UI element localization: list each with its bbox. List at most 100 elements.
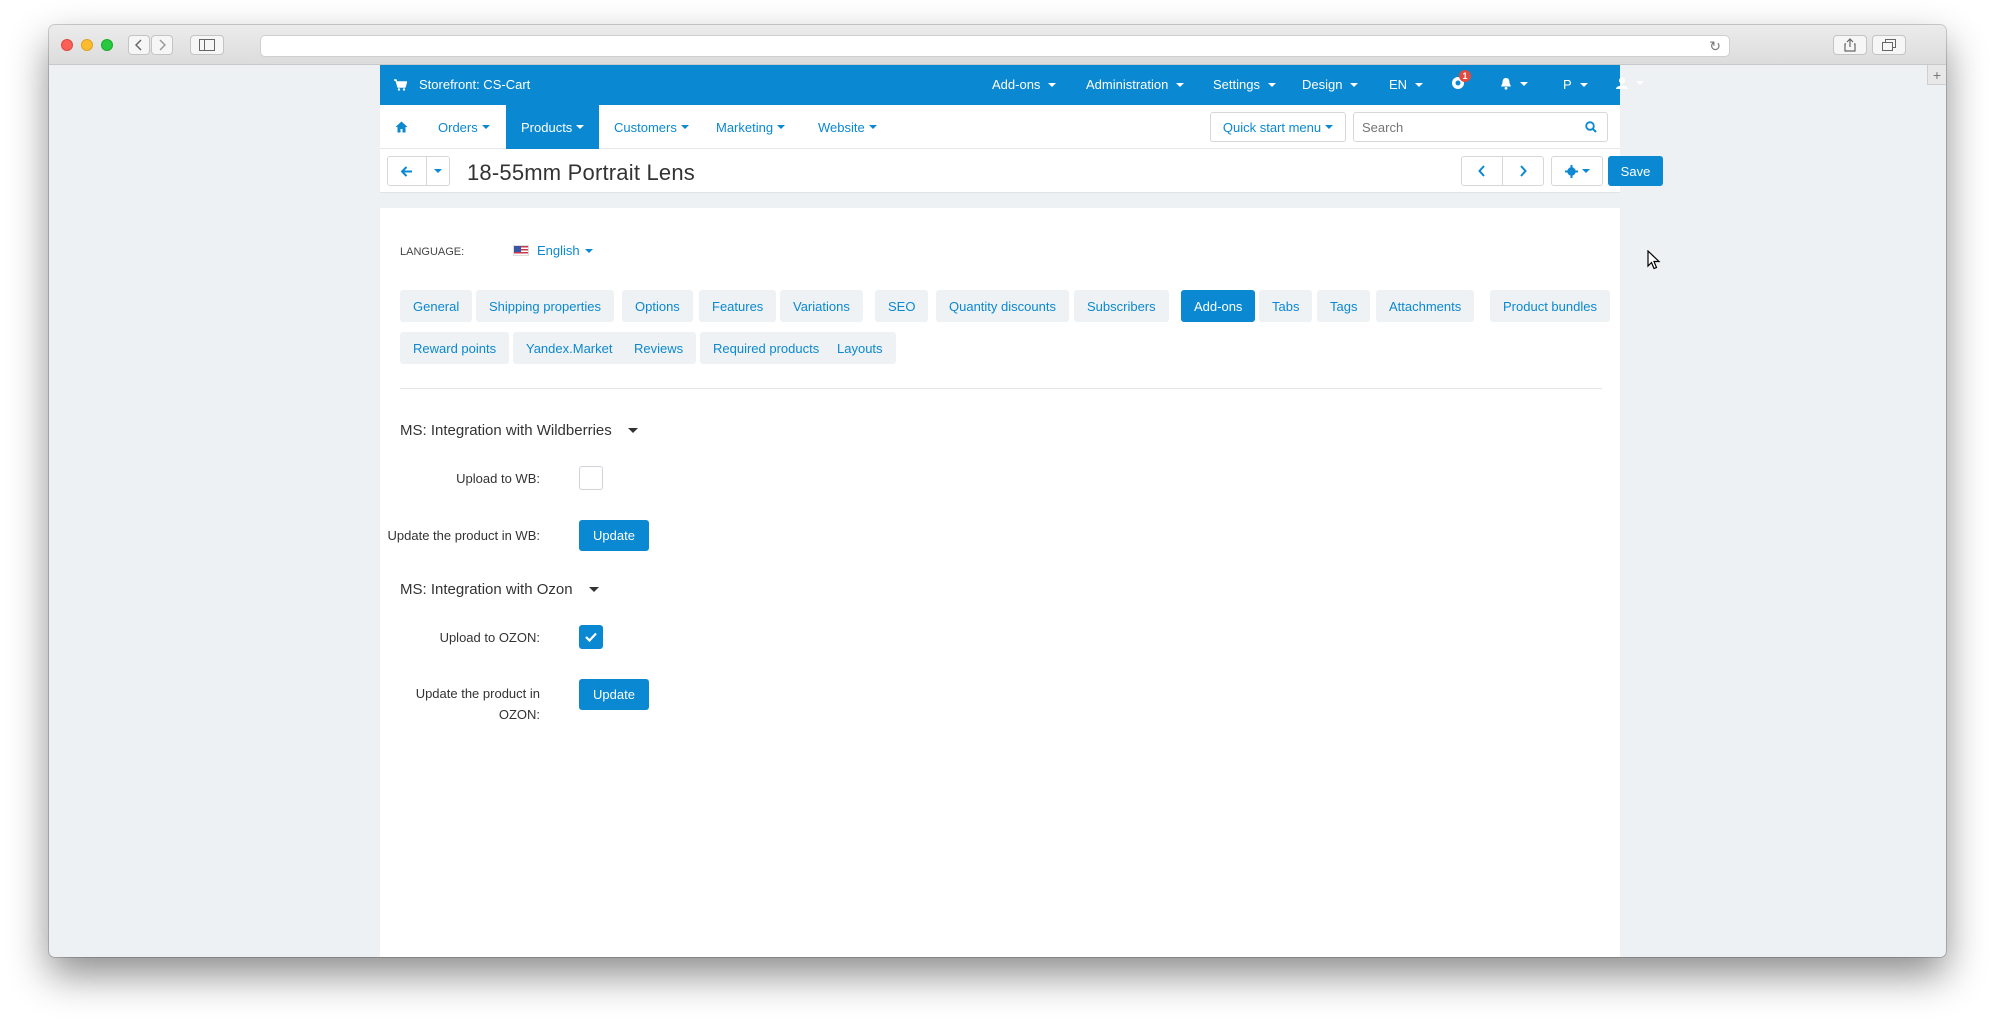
nav-website-label: Website bbox=[818, 119, 865, 135]
previous-product-button[interactable] bbox=[1461, 156, 1503, 186]
page-title: 18-55mm Portrait Lens bbox=[467, 160, 695, 185]
tab-tags[interactable]: Tags bbox=[1317, 290, 1371, 322]
tab-seo[interactable]: SEO bbox=[875, 290, 929, 322]
menu-settings[interactable]: Settings bbox=[1213, 77, 1276, 92]
chevron-down-icon bbox=[1415, 82, 1424, 87]
tab-variations[interactable]: Variations bbox=[780, 290, 863, 322]
reload-icon[interactable]: ↻ bbox=[1709, 38, 1721, 55]
sidebar-icon bbox=[199, 39, 215, 51]
storefront-switcher[interactable]: Storefront: CS-Cart bbox=[394, 77, 530, 92]
new-tab-button[interactable]: + bbox=[1927, 65, 1946, 85]
chevron-down-icon bbox=[1176, 82, 1185, 87]
chevron-down-icon bbox=[1520, 81, 1528, 86]
product-editor: LANGUAGE: English General Shipping prope… bbox=[380, 208, 1620, 957]
admin-panel: Storefront: CS-Cart Add-ons Administrati… bbox=[380, 65, 1663, 957]
chevron-left-icon bbox=[1478, 165, 1485, 177]
settings-dropdown-button[interactable] bbox=[1551, 156, 1603, 186]
tab-reward-points[interactable]: Reward points bbox=[400, 332, 510, 364]
tab-required-products[interactable]: Required products bbox=[700, 332, 833, 364]
minimize-window-button[interactable] bbox=[81, 39, 93, 51]
next-product-button[interactable] bbox=[1502, 156, 1544, 186]
profile-letter: P bbox=[1563, 77, 1572, 92]
upload-wb-checkbox[interactable] bbox=[579, 466, 603, 490]
nav-marketing-label: Marketing bbox=[716, 119, 774, 135]
share-button[interactable] bbox=[1833, 35, 1867, 55]
tabs-overview-button[interactable] bbox=[1872, 35, 1906, 55]
chevron-right-icon bbox=[1520, 165, 1527, 177]
profile-letter-menu[interactable]: P bbox=[1563, 77, 1588, 92]
upload-wb-label: Upload to WB: bbox=[456, 471, 540, 486]
tab-attachments[interactable]: Attachments bbox=[1376, 290, 1475, 322]
menu-addons-label: Add-ons bbox=[992, 77, 1041, 92]
menu-design-label: Design bbox=[1302, 77, 1343, 92]
section-wildberries-header[interactable]: MS: Integration with Wildberries bbox=[400, 422, 638, 439]
update-ozon-button[interactable]: Update bbox=[579, 679, 649, 710]
chevron-right-icon bbox=[159, 39, 166, 51]
tab-layouts[interactable]: Layouts bbox=[824, 332, 896, 364]
search-input[interactable] bbox=[1354, 113, 1574, 141]
home-icon bbox=[395, 121, 408, 133]
tab-options[interactable]: Options bbox=[622, 290, 693, 322]
menu-language[interactable]: EN bbox=[1389, 77, 1424, 92]
chevron-down-icon bbox=[1325, 125, 1334, 129]
user-menu[interactable] bbox=[1616, 77, 1644, 89]
menu-administration[interactable]: Administration bbox=[1086, 77, 1185, 92]
browser-back-button[interactable] bbox=[128, 35, 150, 55]
upload-ozon-label: Upload to OZON: bbox=[439, 630, 540, 645]
sidebar-toggle-button[interactable] bbox=[190, 35, 224, 55]
chevron-left-icon bbox=[135, 39, 142, 51]
chevron-down-icon bbox=[777, 125, 786, 129]
alerts-menu[interactable] bbox=[1500, 77, 1528, 90]
search-field[interactable] bbox=[1353, 112, 1575, 142]
nav-orders[interactable]: Orders bbox=[438, 105, 490, 149]
quick-start-menu-button[interactable]: Quick start menu bbox=[1210, 112, 1346, 142]
tab-addons[interactable]: Add-ons bbox=[1181, 290, 1256, 322]
storefront-label: Storefront: CS-Cart bbox=[419, 77, 531, 92]
bell-icon bbox=[1501, 78, 1511, 90]
checkmark-icon bbox=[585, 632, 597, 642]
gear-icon bbox=[1564, 164, 1578, 178]
update-wb-button[interactable]: Update bbox=[579, 520, 649, 551]
chevron-down-icon bbox=[1581, 169, 1590, 173]
mouse-cursor-icon bbox=[1647, 250, 1661, 270]
nav-products[interactable]: Products bbox=[506, 105, 600, 149]
menu-design[interactable]: Design bbox=[1302, 77, 1359, 92]
arrow-left-icon bbox=[401, 165, 412, 177]
tab-product-bundles[interactable]: Product bundles bbox=[1490, 290, 1610, 322]
update-wb-label: Update the product in WB: bbox=[387, 528, 540, 543]
notifications-center-button[interactable]: 1 bbox=[1451, 70, 1471, 90]
nav-website[interactable]: Website bbox=[818, 105, 877, 149]
tab-features[interactable]: Features bbox=[699, 290, 777, 322]
close-window-button[interactable] bbox=[61, 39, 73, 51]
back-history-dropdown[interactable] bbox=[426, 156, 450, 186]
search-button[interactable] bbox=[1574, 112, 1608, 142]
search-icon bbox=[1584, 121, 1597, 133]
chevron-down-icon bbox=[1267, 82, 1276, 87]
upload-ozon-checkbox[interactable] bbox=[579, 625, 603, 649]
tab-subscribers[interactable]: Subscribers bbox=[1074, 290, 1169, 322]
zoom-window-button[interactable] bbox=[101, 39, 113, 51]
section-wildberries-title: MS: Integration with Wildberries bbox=[400, 422, 612, 439]
menu-addons[interactable]: Add-ons bbox=[992, 77, 1057, 92]
browser-titlebar: ↻ bbox=[49, 25, 1946, 65]
tab-yandex-market[interactable]: Yandex.Market bbox=[513, 332, 626, 364]
nav-marketing[interactable]: Marketing bbox=[716, 105, 786, 149]
browser-forward-button[interactable] bbox=[151, 35, 173, 55]
tab-reviews[interactable]: Reviews bbox=[621, 332, 697, 364]
nav-customers[interactable]: Customers bbox=[614, 105, 689, 149]
back-button[interactable] bbox=[387, 156, 427, 186]
menu-administration-label: Administration bbox=[1086, 77, 1169, 92]
address-bar[interactable]: ↻ bbox=[260, 35, 1730, 57]
language-label: LANGUAGE: bbox=[400, 246, 465, 258]
tab-quantity-discounts[interactable]: Quantity discounts bbox=[936, 290, 1069, 322]
chevron-down-icon bbox=[588, 587, 599, 592]
save-button[interactable]: Save bbox=[1608, 156, 1663, 186]
home-button[interactable] bbox=[395, 105, 408, 149]
tab-tabs[interactable]: Tabs bbox=[1259, 290, 1313, 322]
tab-shipping-properties[interactable]: Shipping properties bbox=[476, 290, 615, 322]
language-selector[interactable]: English bbox=[513, 243, 593, 258]
tabs-icon bbox=[1882, 39, 1896, 51]
menu-settings-label: Settings bbox=[1213, 77, 1260, 92]
section-ozon-header[interactable]: MS: Integration with Ozon bbox=[400, 581, 599, 598]
tab-general[interactable]: General bbox=[400, 290, 473, 322]
